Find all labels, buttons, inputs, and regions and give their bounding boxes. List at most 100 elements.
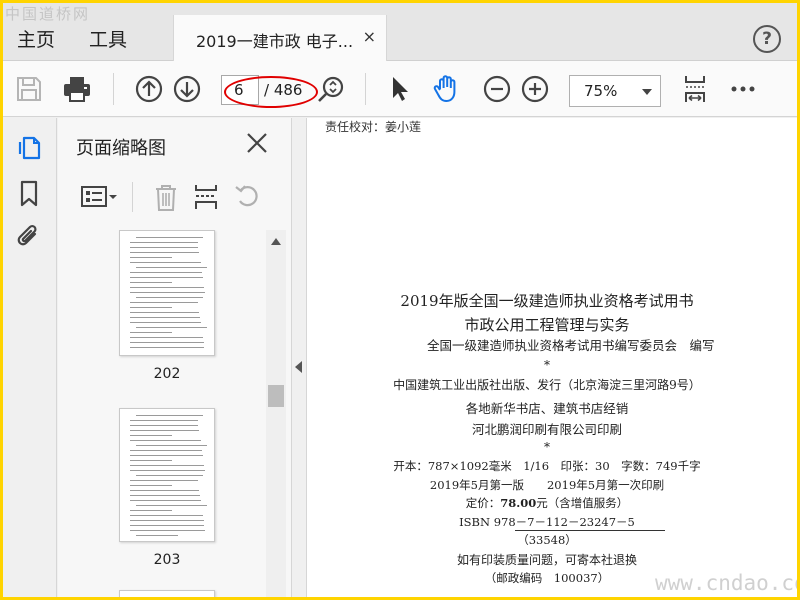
thumbnail-line [130,455,203,456]
thumbnail-line [130,425,199,426]
zoom-out-button[interactable] [481,73,513,105]
save-icon [17,77,41,101]
thumbnail-line [130,485,172,486]
thumbnail-line [130,272,203,273]
panel-toolbar [58,176,292,220]
chevron-down-icon [642,89,652,95]
collapse-panel-arrow-icon[interactable] [295,361,302,373]
thumbnail-page-204[interactable] [119,590,215,597]
panel-title: 页面缩略图 [76,138,166,159]
thumbnail-line [130,307,172,308]
book-series-title: 2019年版全国一级建造师执业资格考试用书 [400,292,694,310]
document-page: 责任校对：姜小莲 2019年版全国一级建造师执业资格考试用书 市政公用工程管理与… [307,118,797,597]
editor-line: 全国一级建造师执业资格考试用书编写委员会 编写 [427,338,715,353]
separator-star: * [544,358,550,372]
menu-tools[interactable]: 工具 [89,25,127,52]
print-button[interactable] [61,73,93,105]
thumbnail-line [136,267,208,268]
page-thumbnails-icon[interactable] [14,132,44,162]
thumbnail-line [130,302,198,303]
zoom-level-select[interactable]: 75% [569,75,661,107]
hand-tool-button[interactable] [431,73,463,105]
thumbnail-line [130,510,172,511]
thumbnail-line [130,470,206,471]
thumbnail-line [130,242,198,243]
thumbnail-line [130,252,200,253]
document-tab[interactable]: 2019一建市政 电子... × [173,15,387,62]
zoom-level-value: 75% [584,82,618,100]
fit-width-button[interactable] [679,73,711,105]
proofreader-line: 责任校对：姜小莲 [325,120,422,134]
thumbnail-line [136,415,203,416]
select-tool-button[interactable] [385,73,417,105]
thumbnail-line [136,327,208,328]
printer-line: 河北鹏润印刷有限公司印刷 [471,422,622,437]
highlight-ellipse [224,76,318,108]
paperclip-icon[interactable] [14,222,44,252]
scrollbar-thumb[interactable] [268,385,284,407]
thumbnail-line [130,490,200,491]
document-view[interactable]: 责任校对：姜小莲 2019年版全国一级建造师执业资格考试用书 市政公用工程管理与… [306,118,797,597]
more-horizontal-icon [731,86,755,92]
close-icon[interactable] [244,130,270,156]
thumbnail-line [130,525,205,526]
distributor-line: 各地新华书店、建筑书店经销 [465,401,629,416]
thumbnail-line [130,257,172,258]
edition-line: 2019年5月第一版 2019年5月第一次印刷 [429,478,665,492]
book-title: 市政公用工程管理与实务 [464,316,630,334]
scroll-up-arrow-icon[interactable] [271,238,281,245]
thumbnail-line [130,337,203,338]
extract-pages-icon[interactable] [190,182,222,212]
thumbnail-line [130,322,201,323]
thumbnail-line [130,282,172,283]
thumbnail-line [130,277,203,278]
thumbnail-list[interactable]: 202 203 [58,230,292,597]
thumbnail-line [130,435,172,436]
thumbnail-scrollbar[interactable] [266,230,286,597]
thumbnail-line [136,237,203,238]
price-label: 定价： [465,496,501,510]
price-value: 78.00 [500,496,537,510]
save-button[interactable] [13,73,45,105]
rotate-icon[interactable] [232,182,264,212]
separator-star: * [544,440,550,454]
arrow-up-circle-icon [135,75,163,103]
more-tools-button[interactable] [727,73,759,105]
trash-icon[interactable] [150,182,182,212]
thumbnail-page-203[interactable] [119,408,215,542]
thumbnail-line [130,480,198,481]
thumbnail-line [130,342,204,343]
thumbnail-line [136,535,178,536]
thumbnail-line [136,297,203,298]
fit-width-icon [685,76,705,102]
previous-page-button[interactable] [133,73,165,105]
price-line: 定价：78.00元（含增值服务） [307,495,787,511]
thumbnail-line [130,515,203,516]
thumbnail-line [130,440,201,441]
thumbnail-line [130,292,206,293]
menu-bar: 中国道桥网 主页 工具 2019一建市政 电子... × ? [3,3,797,62]
thumbnail-text-lines [130,237,208,352]
options-menu-icon[interactable] [80,182,120,212]
thumbnail-line [130,332,172,333]
thumbnail-page-202[interactable] [119,230,215,356]
thumbnail-line [130,430,200,431]
thumbnail-line [130,500,201,501]
thumbnails-panel: 页面缩略图 202 203 [58,118,292,597]
thumbnail-line [130,287,205,288]
next-page-button[interactable] [171,73,203,105]
menu-home[interactable]: 主页 [17,25,55,52]
thumbnail-line [130,420,198,421]
plus-circle-icon [521,75,549,103]
cursor-arrow-icon [393,77,408,101]
thumbnail-line [130,450,203,451]
bookmark-icon[interactable] [14,178,44,208]
thumbnail-line [130,317,200,318]
tab-close-button[interactable]: × [363,27,376,46]
thumbnail-line [130,465,205,466]
zoom-in-button[interactable] [519,73,551,105]
page-zoom-button[interactable] [315,73,347,105]
thumbnail-line [136,475,203,476]
thumbnail-line [130,247,199,248]
help-button[interactable]: ? [753,25,781,53]
